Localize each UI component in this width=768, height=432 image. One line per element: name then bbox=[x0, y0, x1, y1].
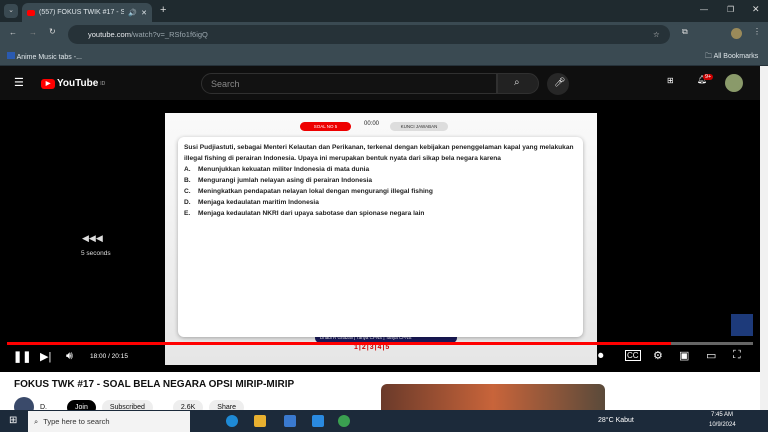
mail-icon[interactable] bbox=[312, 415, 324, 427]
back-icon[interactable]: ← bbox=[9, 28, 17, 37]
tray-weather[interactable]: 28°C Kabut bbox=[598, 417, 634, 424]
answer-option: D. Menjaga kedaulatan maritim Indonesia bbox=[184, 197, 577, 208]
edge-icon[interactable] bbox=[226, 415, 238, 427]
kunci-button: KUNCI JAWABAN bbox=[390, 122, 448, 131]
minimize-button[interactable]: — bbox=[700, 5, 708, 14]
youtube-favicon-icon bbox=[27, 9, 35, 16]
new-tab-button[interactable]: + bbox=[160, 4, 166, 16]
answer-option: B. Mengurangi jumlah nelayan asing di per… bbox=[184, 175, 577, 186]
bookmarks-bar: Anime Music tabs -... 🗀 All Bookmarks bbox=[0, 46, 768, 66]
bookmark-favicon-icon bbox=[7, 52, 15, 59]
rewind-icon: ◀◀◀ bbox=[82, 233, 103, 243]
hamburger-icon[interactable]: ☰ bbox=[14, 76, 24, 89]
player-controls: ❚❚ ▶| 🔊︎ 18:00 / 20:15 ⏺ CC ⚙ ▣ ▭ ⛶ bbox=[0, 340, 760, 372]
miniplayer-icon[interactable]: ▣ bbox=[679, 349, 689, 362]
answer-option: E. Menjaga kedaulatan NKRI dari upaya sab… bbox=[184, 208, 577, 219]
search-button[interactable]: ⌕ bbox=[497, 73, 539, 94]
address-bar[interactable]: youtube.com/watch?v=_RSfo1f6igQ ☆ bbox=[68, 25, 670, 44]
search-input[interactable]: Search bbox=[201, 73, 497, 94]
bookmark-star-icon[interactable]: ☆ bbox=[653, 30, 660, 39]
next-icon[interactable]: ▶| bbox=[40, 350, 51, 363]
store-icon[interactable] bbox=[284, 415, 296, 427]
timer: 00:00 bbox=[364, 121, 380, 127]
answer-option: A. Menunjukkan kekuatan militer Indonesia… bbox=[184, 164, 577, 175]
question-text: Susi Pudjiastuti, sebagai Menteri Kelaut… bbox=[184, 144, 574, 162]
captions-icon[interactable]: CC bbox=[625, 350, 641, 361]
option-text: Mengurangi jumlah nelayan asing di perai… bbox=[198, 177, 373, 184]
restore-button[interactable]: ❐ bbox=[727, 5, 734, 14]
file-explorer-icon[interactable] bbox=[254, 415, 266, 427]
taskbar-search[interactable]: ⌕ Type here to search bbox=[28, 411, 190, 432]
option-letter: C. bbox=[184, 188, 191, 195]
clock-date[interactable]: 10/9/2024 bbox=[709, 422, 736, 428]
reload-icon[interactable]: ↻ bbox=[49, 27, 56, 36]
option-letter: D. bbox=[184, 199, 191, 206]
volume-icon[interactable]: 🔊︎ bbox=[66, 350, 73, 363]
voice-search-button[interactable]: 🎤︎ bbox=[547, 73, 569, 95]
notification-badge: 9+ bbox=[703, 74, 714, 80]
answer-option: C. Meningkatkan pendapatan nelayan lokal … bbox=[184, 186, 577, 197]
create-icon[interactable]: ⊞ bbox=[667, 76, 674, 85]
user-avatar[interactable] bbox=[725, 74, 743, 92]
question-card: Susi Pudjiastuti, sebagai Menteri Kelaut… bbox=[178, 137, 583, 337]
scrollbar[interactable] bbox=[760, 66, 768, 410]
search-icon: ⌕ bbox=[34, 416, 39, 426]
option-text: Meningkatkan pendapatan nelayan lokal de… bbox=[198, 188, 433, 195]
time-display: 18:00 / 20:15 bbox=[90, 353, 128, 360]
chrome-icon[interactable] bbox=[338, 415, 350, 427]
theater-icon[interactable]: ▭ bbox=[706, 349, 716, 362]
bookmark-anime[interactable]: Anime Music tabs -... bbox=[7, 52, 82, 61]
rewind-label: 5 seconds bbox=[81, 250, 111, 257]
video-title: FOKUS TWK #17 - SOAL BELA NEGARA OPSI MI… bbox=[14, 379, 295, 390]
option-letter: A. bbox=[184, 166, 191, 173]
settings-icon[interactable]: ⚙ bbox=[653, 349, 663, 362]
search-icon: ⌕ bbox=[514, 77, 520, 88]
tab-search-button[interactable]: ⌄ bbox=[4, 4, 18, 18]
close-window-button[interactable]: ✕ bbox=[752, 4, 760, 15]
autoplay-toggle[interactable]: ⏺ bbox=[598, 350, 604, 363]
extensions-icon[interactable]: ⧉ bbox=[682, 27, 688, 37]
windows-start-icon[interactable]: ⊞ bbox=[9, 415, 17, 426]
close-tab-icon[interactable]: ✕ bbox=[141, 9, 147, 17]
pause-icon[interactable]: ❚❚ bbox=[13, 350, 31, 363]
option-text: Menunjukkan kekuatan militer Indonesia d… bbox=[198, 166, 370, 173]
option-letter: E. bbox=[184, 210, 191, 217]
option-text: Menjaga kedaulatan maritim Indonesia bbox=[198, 199, 319, 206]
menu-icon[interactable]: ⋮ bbox=[753, 27, 761, 36]
all-bookmarks[interactable]: 🗀 All Bookmarks bbox=[705, 52, 758, 63]
recommended-thumbnail[interactable] bbox=[381, 384, 605, 410]
clock-time[interactable]: 7:45 AM bbox=[711, 412, 733, 418]
fullscreen-icon[interactable]: ⛶ bbox=[733, 349, 741, 362]
tab-strip: ⌄ (557) FOKUS TWIK #17 - SO 🔊 ✕ + — ❐ ✕ bbox=[0, 0, 768, 22]
forward-icon[interactable]: → bbox=[29, 28, 37, 37]
youtube-logo[interactable]: ▶ YouTube ID bbox=[41, 78, 105, 89]
avatar[interactable] bbox=[731, 28, 742, 39]
soal-badge: SOAL NO 5 bbox=[300, 122, 351, 131]
tab-youtube[interactable]: (557) FOKUS TWIK #17 - SO 🔊 ✕ bbox=[22, 3, 152, 22]
channel-watermark[interactable] bbox=[731, 314, 753, 336]
option-text: Menjaga kedaulatan NKRI dari upaya sabot… bbox=[198, 210, 425, 217]
audio-icon: 🔊 bbox=[128, 9, 138, 17]
option-letter: B. bbox=[184, 177, 191, 184]
mic-icon: 🎤︎ bbox=[554, 77, 566, 87]
